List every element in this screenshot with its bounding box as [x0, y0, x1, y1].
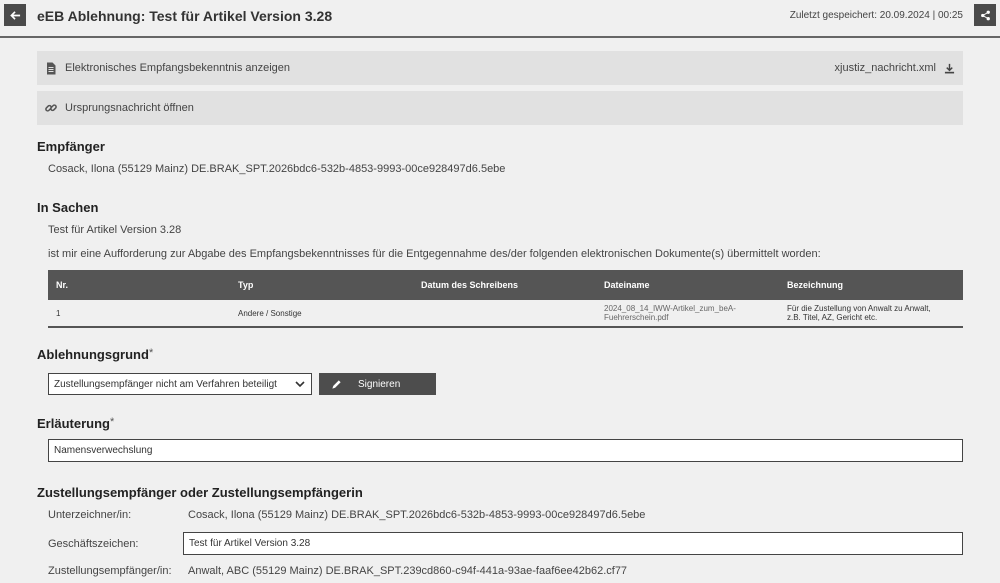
reference-label: Geschäftszeichen: [48, 538, 139, 550]
explanation-heading: Erläuterung* [37, 416, 114, 431]
arrow-left-icon [9, 10, 20, 20]
saved-status: Zuletzt gespeichert: 20.09.2024 | 00:25 [789, 10, 963, 21]
chevron-down-icon [295, 380, 305, 387]
column-header: Datum des Schreibens [421, 280, 519, 290]
cell-nr: 1 [56, 308, 61, 318]
rejection-reason-select[interactable]: Zustellungsempfänger nicht am Verfahren … [48, 373, 312, 395]
required-mark: * [109, 416, 115, 428]
filename-line: Fuehrerschein.pdf [604, 313, 669, 322]
table-header: Nr. Typ Datum des Schreibens Dateiname B… [48, 270, 963, 300]
download-icon [944, 63, 955, 73]
cell-dateiname[interactable]: 2024_08_14_IWW-Artikel_zum_beA- Fuehrers… [596, 304, 779, 322]
description-line: z.B. Titel, AZ, Gericht etc. [787, 313, 878, 322]
signer-value: Cosack, Ilona (55129 Mainz) DE.BRAK_SPT.… [188, 509, 646, 521]
rejection-reason-value: Zustellungsempfänger nicht am Verfahren … [54, 378, 277, 390]
reference-input[interactable]: Test für Artikel Version 3.28 [183, 532, 963, 555]
column-header: Nr. [56, 280, 69, 290]
matter-heading: In Sachen [37, 200, 99, 215]
xml-filename: xjustiz_nachricht.xml [834, 62, 936, 74]
share-button[interactable] [974, 4, 996, 26]
matter-subject: Test für Artikel Version 3.28 [48, 224, 182, 236]
recipient-value: Cosack, Ilona (55129 Mainz) DE.BRAK_SPT.… [48, 163, 506, 175]
description-line: Für die Zustellung von Anwalt zu Anwalt, [787, 303, 931, 313]
back-button[interactable] [4, 4, 26, 26]
recipient-detail-value: Anwalt, ABC (55129 Mainz) DE.BRAK_SPT.23… [188, 565, 628, 577]
recipient-details-heading: Zustellungsempfänger oder Zustellungsemp… [37, 485, 363, 500]
xml-download[interactable]: xjustiz_nachricht.xml [835, 62, 963, 74]
sign-button[interactable]: Signieren [319, 373, 436, 395]
share-icon [980, 10, 990, 20]
table-row: 1 Andere / Sonstige 2024_08_14_IWW-Artik… [48, 300, 963, 326]
recipient-heading: Empfänger [37, 139, 105, 154]
rejection-heading-text: Ablehnungsgrund [37, 347, 149, 362]
required-mark: * [148, 347, 154, 359]
link-icon [37, 101, 65, 115]
explanation-input[interactable]: Namensverwechslung [48, 439, 963, 462]
show-receipt-row[interactable]: Elektronisches Empfangsbekenntnis anzeig… [37, 51, 963, 85]
pencil-icon [331, 379, 342, 390]
document-icon [37, 62, 65, 75]
show-receipt-label: Elektronisches Empfangsbekenntnis anzeig… [65, 62, 291, 74]
filename-line: 2024_08_14_IWW-Artikel_zum_beA- [604, 303, 736, 313]
matter-description: ist mir eine Aufforderung zur Abgabe des… [48, 248, 821, 260]
explanation-value: Namensverwechslung [54, 445, 153, 456]
top-bar: eEB Ablehnung: Test für Artikel Version … [0, 0, 1000, 38]
recipient-label: Zustellungsempfänger/in: [48, 565, 172, 577]
column-header: Bezeichnung [787, 280, 844, 290]
page-title: eEB Ablehnung: Test für Artikel Version … [37, 8, 333, 24]
open-origin-row[interactable]: Ursprungsnachricht öffnen [37, 91, 963, 125]
cell-typ: Andere / Sonstige [238, 308, 302, 318]
documents-table: Nr. Typ Datum des Schreibens Dateiname B… [48, 270, 963, 328]
cell-bezeichnung: Für die Zustellung von Anwalt zu Anwalt,… [779, 304, 963, 322]
signer-label: Unterzeichner/in: [48, 509, 132, 521]
sign-button-label: Signieren [358, 378, 401, 390]
column-header: Typ [238, 280, 254, 290]
rejection-heading: Ablehnungsgrund* [37, 347, 153, 362]
explanation-heading-text: Erläuterung [37, 416, 110, 431]
reference-value: Test für Artikel Version 3.28 [189, 538, 311, 549]
open-origin-label: Ursprungsnachricht öffnen [65, 102, 194, 114]
column-header: Dateiname [604, 280, 650, 290]
